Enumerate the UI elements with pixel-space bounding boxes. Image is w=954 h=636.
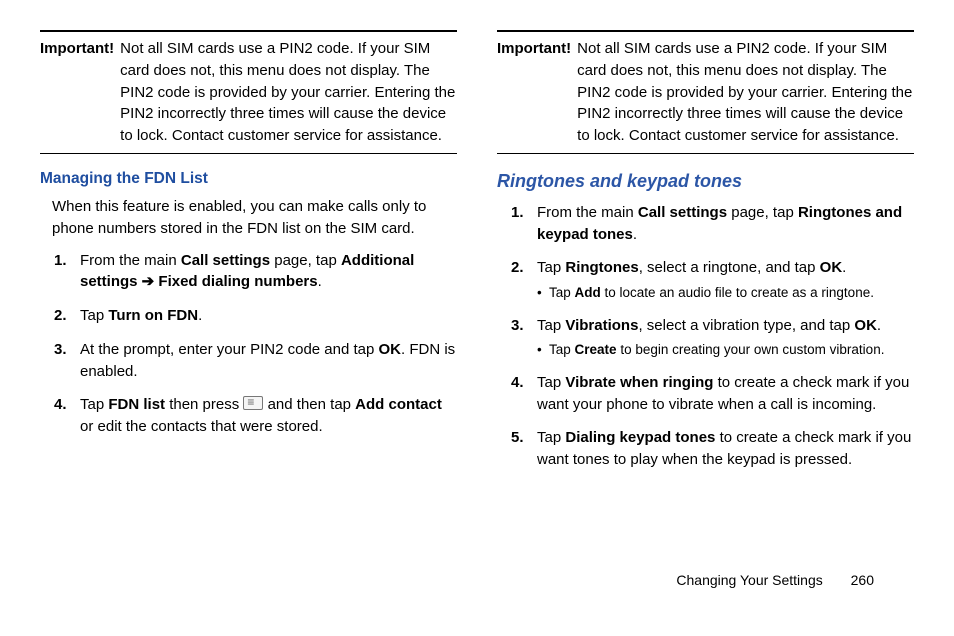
bold-phrase: Fixed dialing numbers — [158, 273, 317, 290]
step-text: page, tap — [727, 204, 798, 221]
list-item: From the main Call settings page, tap Ad… — [80, 250, 457, 294]
list-item: Tap Ringtones, select a ringtone, and ta… — [537, 257, 914, 302]
footer-page-number: 260 — [851, 572, 874, 588]
divider — [40, 153, 457, 154]
important-label: Important! — [40, 38, 120, 60]
step-text: or edit the contacts that were stored. — [80, 418, 323, 435]
bold-phrase: OK — [854, 317, 877, 334]
step-text: to begin creating your own custom vibrat… — [617, 342, 885, 357]
bold-phrase: Create — [575, 342, 617, 357]
list-item: Tap Turn on FDN. — [80, 305, 457, 327]
bold-phrase: OK — [379, 341, 402, 358]
bullet-icon: • — [537, 340, 549, 360]
step-text: Tap — [80, 307, 108, 324]
page-footer: Changing Your Settings 260 — [0, 570, 954, 590]
list-item: At the prompt, enter your PIN2 code and … — [80, 339, 457, 383]
bullet-icon: • — [537, 283, 549, 303]
step-text: . — [842, 259, 846, 276]
step-text: . — [318, 273, 322, 290]
list-item: Tap Vibrations, select a vibration type,… — [537, 315, 914, 360]
right-column: Important! Not all SIM cards use a PIN2 … — [497, 30, 914, 483]
bold-phrase: Vibrations — [565, 317, 638, 334]
steps-list: From the main Call settings page, tap Ad… — [40, 250, 457, 438]
step-text: Tap — [549, 342, 575, 357]
step-text: At the prompt, enter your PIN2 code and … — [80, 341, 379, 358]
intro-paragraph: When this feature is enabled, you can ma… — [52, 196, 457, 240]
bold-phrase: Call settings — [181, 252, 270, 269]
list-item: Tap Dialing keypad tones to create a che… — [537, 427, 914, 471]
list-item: Tap Vibrate when ringing to create a che… — [537, 372, 914, 416]
sub-bullet: •Tap Create to begin creating your own c… — [537, 340, 914, 360]
step-text: Tap — [537, 259, 565, 276]
bold-phrase: Vibrate when ringing — [565, 374, 713, 391]
left-column: Important! Not all SIM cards use a PIN2 … — [40, 30, 457, 483]
bold-phrase: Add contact — [355, 396, 442, 413]
bold-phrase: Dialing keypad tones — [565, 429, 715, 446]
step-text: and then tap — [268, 396, 356, 413]
step-text: . — [877, 317, 881, 334]
bold-phrase: Ringtones — [565, 259, 638, 276]
step-text: Tap — [549, 285, 575, 300]
divider — [497, 153, 914, 154]
bold-phrase: Call settings — [638, 204, 727, 221]
important-text: Not all SIM cards use a PIN2 code. If yo… — [577, 38, 914, 147]
arrow-icon: ➔ — [138, 273, 159, 290]
step-text: then press — [165, 396, 243, 413]
step-text: to locate an audio file to create as a r… — [601, 285, 874, 300]
step-text: Tap — [537, 317, 565, 334]
steps-list: From the main Call settings page, tap Ri… — [497, 202, 914, 471]
step-text: From the main — [80, 252, 181, 269]
bold-phrase: FDN list — [108, 396, 165, 413]
footer-title: Changing Your Settings — [676, 572, 822, 588]
bold-phrase: Add — [575, 285, 601, 300]
important-note: Important! Not all SIM cards use a PIN2 … — [40, 38, 457, 147]
step-text: Tap — [537, 374, 565, 391]
list-item: Tap FDN list then press and then tap Add… — [80, 394, 457, 438]
list-item: From the main Call settings page, tap Ri… — [537, 202, 914, 246]
step-text: Tap — [80, 396, 108, 413]
section-heading-ringtones: Ringtones and keypad tones — [497, 168, 914, 194]
step-text: Tap — [537, 429, 565, 446]
bold-phrase: OK — [820, 259, 843, 276]
menu-icon — [243, 396, 263, 410]
important-text: Not all SIM cards use a PIN2 code. If yo… — [120, 38, 457, 147]
bold-phrase: Turn on FDN — [108, 307, 198, 324]
step-text: page, tap — [270, 252, 341, 269]
step-text: . — [633, 226, 637, 243]
step-text: , select a vibration type, and tap — [638, 317, 854, 334]
step-text: . — [198, 307, 202, 324]
divider — [497, 30, 914, 32]
divider — [40, 30, 457, 32]
subheading-fdn: Managing the FDN List — [40, 168, 457, 190]
important-label: Important! — [497, 38, 577, 60]
step-text: From the main — [537, 204, 638, 221]
step-text: , select a ringtone, and tap — [639, 259, 820, 276]
important-note: Important! Not all SIM cards use a PIN2 … — [497, 38, 914, 147]
page-body: Important! Not all SIM cards use a PIN2 … — [0, 0, 954, 493]
sub-bullet: •Tap Add to locate an audio file to crea… — [537, 283, 914, 303]
